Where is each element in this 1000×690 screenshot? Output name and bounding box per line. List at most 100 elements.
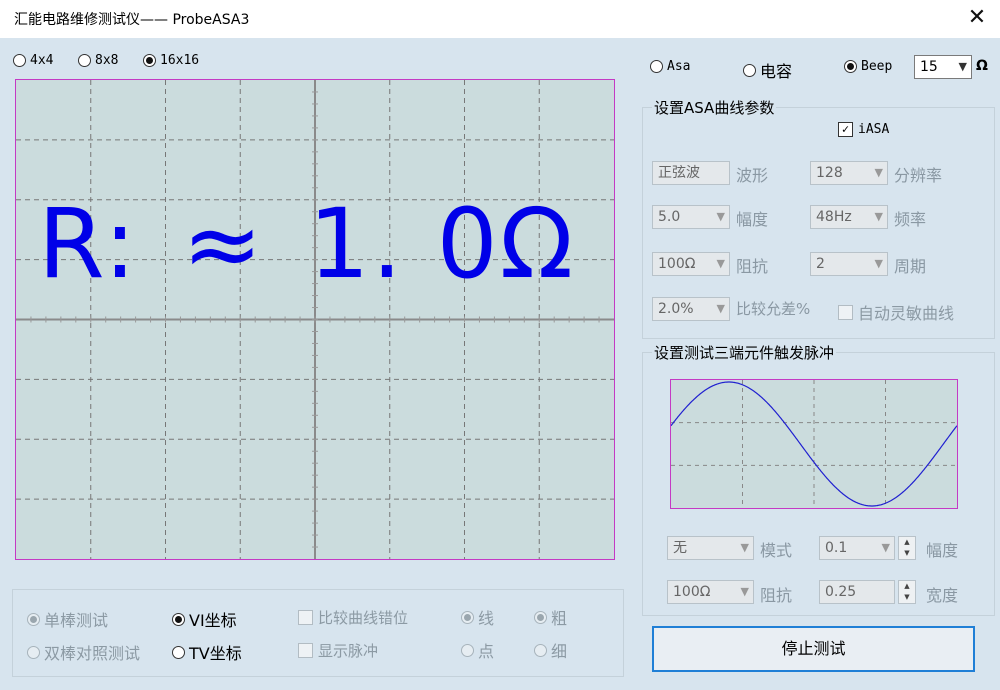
spin-up-icon[interactable]: ▲ — [899, 537, 915, 548]
radio-circle — [27, 612, 40, 626]
thin-label: 细 — [551, 642, 568, 661]
resolution-value: 128 — [816, 165, 843, 181]
chevron-down-icon: ▼ — [740, 541, 749, 554]
beep-mode-label: Beep — [861, 59, 893, 74]
impedance-select[interactable]: 100Ω ▼ — [652, 252, 730, 276]
capacitor-mode-radio[interactable]: 电容 — [743, 58, 792, 82]
pulse-amplitude-spinner[interactable]: ▲ ▼ — [898, 536, 916, 560]
window-title: 汇能电路维修测试仪—— ProbeASA3 — [14, 12, 250, 28]
resolution-label: 分辨率 — [894, 166, 943, 185]
radio-circle — [27, 645, 40, 659]
dot-radio[interactable]: 点 — [461, 638, 494, 662]
asa-mode-radio[interactable]: Asa — [650, 59, 690, 74]
scope-display: R: ≈1. 0Ω — [15, 79, 615, 560]
vi-coord-radio[interactable]: VI坐标 — [172, 607, 237, 631]
auto-sensitive-checkbox[interactable]: 自动灵敏曲线 — [838, 300, 954, 324]
sine-wave-graph — [671, 380, 957, 508]
check-icon: ✓ — [838, 122, 853, 137]
tolerance-label: 比较允差% — [736, 300, 811, 318]
chevron-down-icon: ▼ — [716, 257, 725, 270]
compare-offset-checkbox[interactable]: 比较曲线错位 — [298, 607, 408, 628]
pulse-impedance-label: 阻抗 — [760, 586, 793, 605]
dot-label: 点 — [478, 642, 495, 661]
impedance-label: 阻抗 — [736, 257, 769, 276]
radio-circle — [534, 610, 547, 624]
pulse-impedance-select[interactable]: 100Ω ▼ — [667, 580, 754, 604]
period-select[interactable]: 2 ▼ — [810, 252, 888, 276]
radio-circle — [78, 54, 91, 67]
waveform-select[interactable]: 正弦波 — [652, 161, 730, 185]
chevron-down-icon: ▼ — [881, 541, 890, 554]
asa-group-title: 设置ASA曲线参数 — [652, 97, 777, 118]
radio-circle — [461, 643, 474, 657]
checkbox-box — [298, 643, 313, 658]
radio-circle — [172, 612, 185, 626]
pulse-amplitude-select[interactable]: 0.1 ▼ — [819, 536, 895, 560]
radio-circle — [172, 645, 185, 659]
amplitude-label: 幅度 — [736, 210, 769, 229]
chevron-down-icon: ▼ — [716, 302, 725, 315]
thick-label: 粗 — [551, 609, 568, 628]
capacitor-mode-label: 电容 — [760, 62, 793, 81]
radio-circle — [650, 60, 663, 73]
grid-8x8-label: 8x8 — [95, 53, 119, 68]
spin-up-icon[interactable]: ▲ — [899, 581, 915, 592]
waveform-label: 波形 — [736, 166, 769, 185]
single-probe-radio[interactable]: 单棒测试 — [27, 607, 108, 631]
line-radio[interactable]: 线 — [461, 605, 494, 629]
vi-coord-label: VI坐标 — [189, 611, 237, 630]
grid-4x4-label: 4x4 — [30, 53, 54, 68]
scope-grid — [16, 80, 614, 559]
chevron-down-icon: ▼ — [874, 166, 883, 179]
thick-radio[interactable]: 粗 — [534, 605, 567, 629]
tolerance-value: 2.0% — [658, 301, 694, 317]
pulse-mode-label: 模式 — [760, 541, 793, 560]
app-window: 汇能电路维修测试仪—— ProbeASA3 ✕ 4x4 8x8 16x16 R:… — [0, 0, 1000, 690]
tv-coord-label: TV坐标 — [189, 644, 242, 663]
stop-test-button[interactable]: 停止测试 — [652, 626, 975, 672]
pulse-mode-value: 无 — [673, 540, 687, 556]
spin-down-icon[interactable]: ▼ — [899, 592, 915, 603]
frequency-value: 48Hz — [816, 209, 852, 225]
checkbox-box — [298, 610, 313, 625]
grid-8x8-radio[interactable]: 8x8 — [78, 53, 118, 68]
beep-mode-radio[interactable]: Beep — [844, 59, 892, 74]
amplitude-select[interactable]: 5.0 ▼ — [652, 205, 730, 229]
grid-4x4-radio[interactable]: 4x4 — [13, 53, 53, 68]
tv-coord-radio[interactable]: TV坐标 — [172, 640, 242, 664]
pulse-impedance-value: 100Ω — [673, 584, 711, 600]
grid-16x16-radio[interactable]: 16x16 — [143, 53, 199, 68]
pulse-width-value: 0.25 — [825, 584, 857, 600]
frequency-select[interactable]: 48Hz ▼ — [810, 205, 888, 229]
pulse-group-title: 设置测试三端元件触发脉冲 — [652, 342, 837, 363]
compare-offset-label: 比较曲线错位 — [318, 609, 409, 627]
pulse-width-input[interactable]: 0.25 — [819, 580, 895, 604]
beep-threshold-select[interactable]: 15 ▼ — [914, 55, 972, 79]
radio-circle — [461, 610, 474, 624]
resolution-select[interactable]: 128 ▼ — [810, 161, 888, 185]
chevron-down-icon: ▼ — [958, 60, 967, 73]
radio-circle — [743, 63, 756, 77]
tolerance-select[interactable]: 2.0% ▼ — [652, 297, 730, 321]
pulse-mode-select[interactable]: 无 ▼ — [667, 536, 754, 560]
radio-circle — [143, 54, 156, 67]
dual-probe-radio[interactable]: 双棒对照测试 — [27, 640, 140, 664]
iasa-label: iASA — [858, 122, 890, 137]
thin-radio[interactable]: 细 — [534, 638, 567, 662]
chevron-down-icon: ▼ — [874, 257, 883, 270]
show-pulse-checkbox[interactable]: 显示脉冲 — [298, 640, 378, 661]
iasa-checkbox[interactable]: ✓ iASA — [838, 122, 889, 137]
period-value: 2 — [816, 256, 825, 272]
checkbox-box — [838, 304, 853, 320]
amplitude-value: 5.0 — [658, 209, 681, 225]
resistance-reading: R: ≈1. 0Ω — [38, 196, 575, 292]
show-pulse-label: 显示脉冲 — [318, 642, 379, 660]
close-button[interactable]: ✕ — [954, 0, 1000, 38]
asa-mode-label: Asa — [667, 59, 691, 74]
pulse-width-spinner[interactable]: ▲ ▼ — [898, 580, 916, 604]
reading-value: 1. 0Ω — [308, 188, 576, 300]
waveform-value: 正弦波 — [658, 165, 700, 181]
spin-down-icon[interactable]: ▼ — [899, 548, 915, 559]
beep-unit: Ω — [976, 58, 988, 74]
period-label: 周期 — [894, 257, 927, 276]
